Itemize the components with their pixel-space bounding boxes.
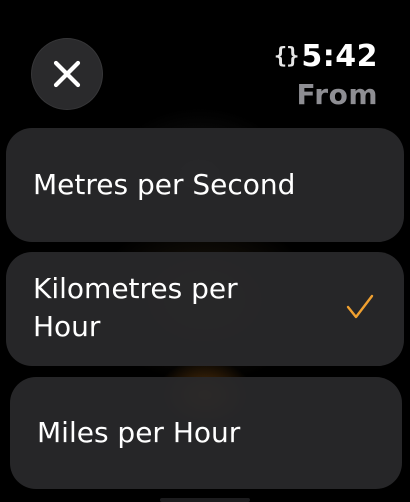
developer-indicator-icon: {} <box>273 43 299 69</box>
page-title: From <box>296 78 378 111</box>
close-icon <box>53 60 81 88</box>
clock: 5:42 <box>301 38 378 74</box>
option-miles-per-hour[interactable]: Miles per Hour <box>10 377 402 489</box>
option-metres-per-second[interactable]: Metres per Second <box>6 128 404 242</box>
option-label: Kilometres per Hour <box>33 272 238 343</box>
option-label: Metres per Second <box>33 168 296 201</box>
checkmark-icon <box>346 294 374 319</box>
option-label: Miles per Hour <box>37 416 241 449</box>
status-bar: {} 5:42 <box>274 38 378 74</box>
option-kilometres-per-hour[interactable]: Kilometres per Hour <box>6 252 404 366</box>
watch-screen: {} 5:42 From Metres per Second Kilometre… <box>0 0 410 502</box>
scroll-edge <box>160 498 250 502</box>
close-button[interactable] <box>31 38 103 110</box>
